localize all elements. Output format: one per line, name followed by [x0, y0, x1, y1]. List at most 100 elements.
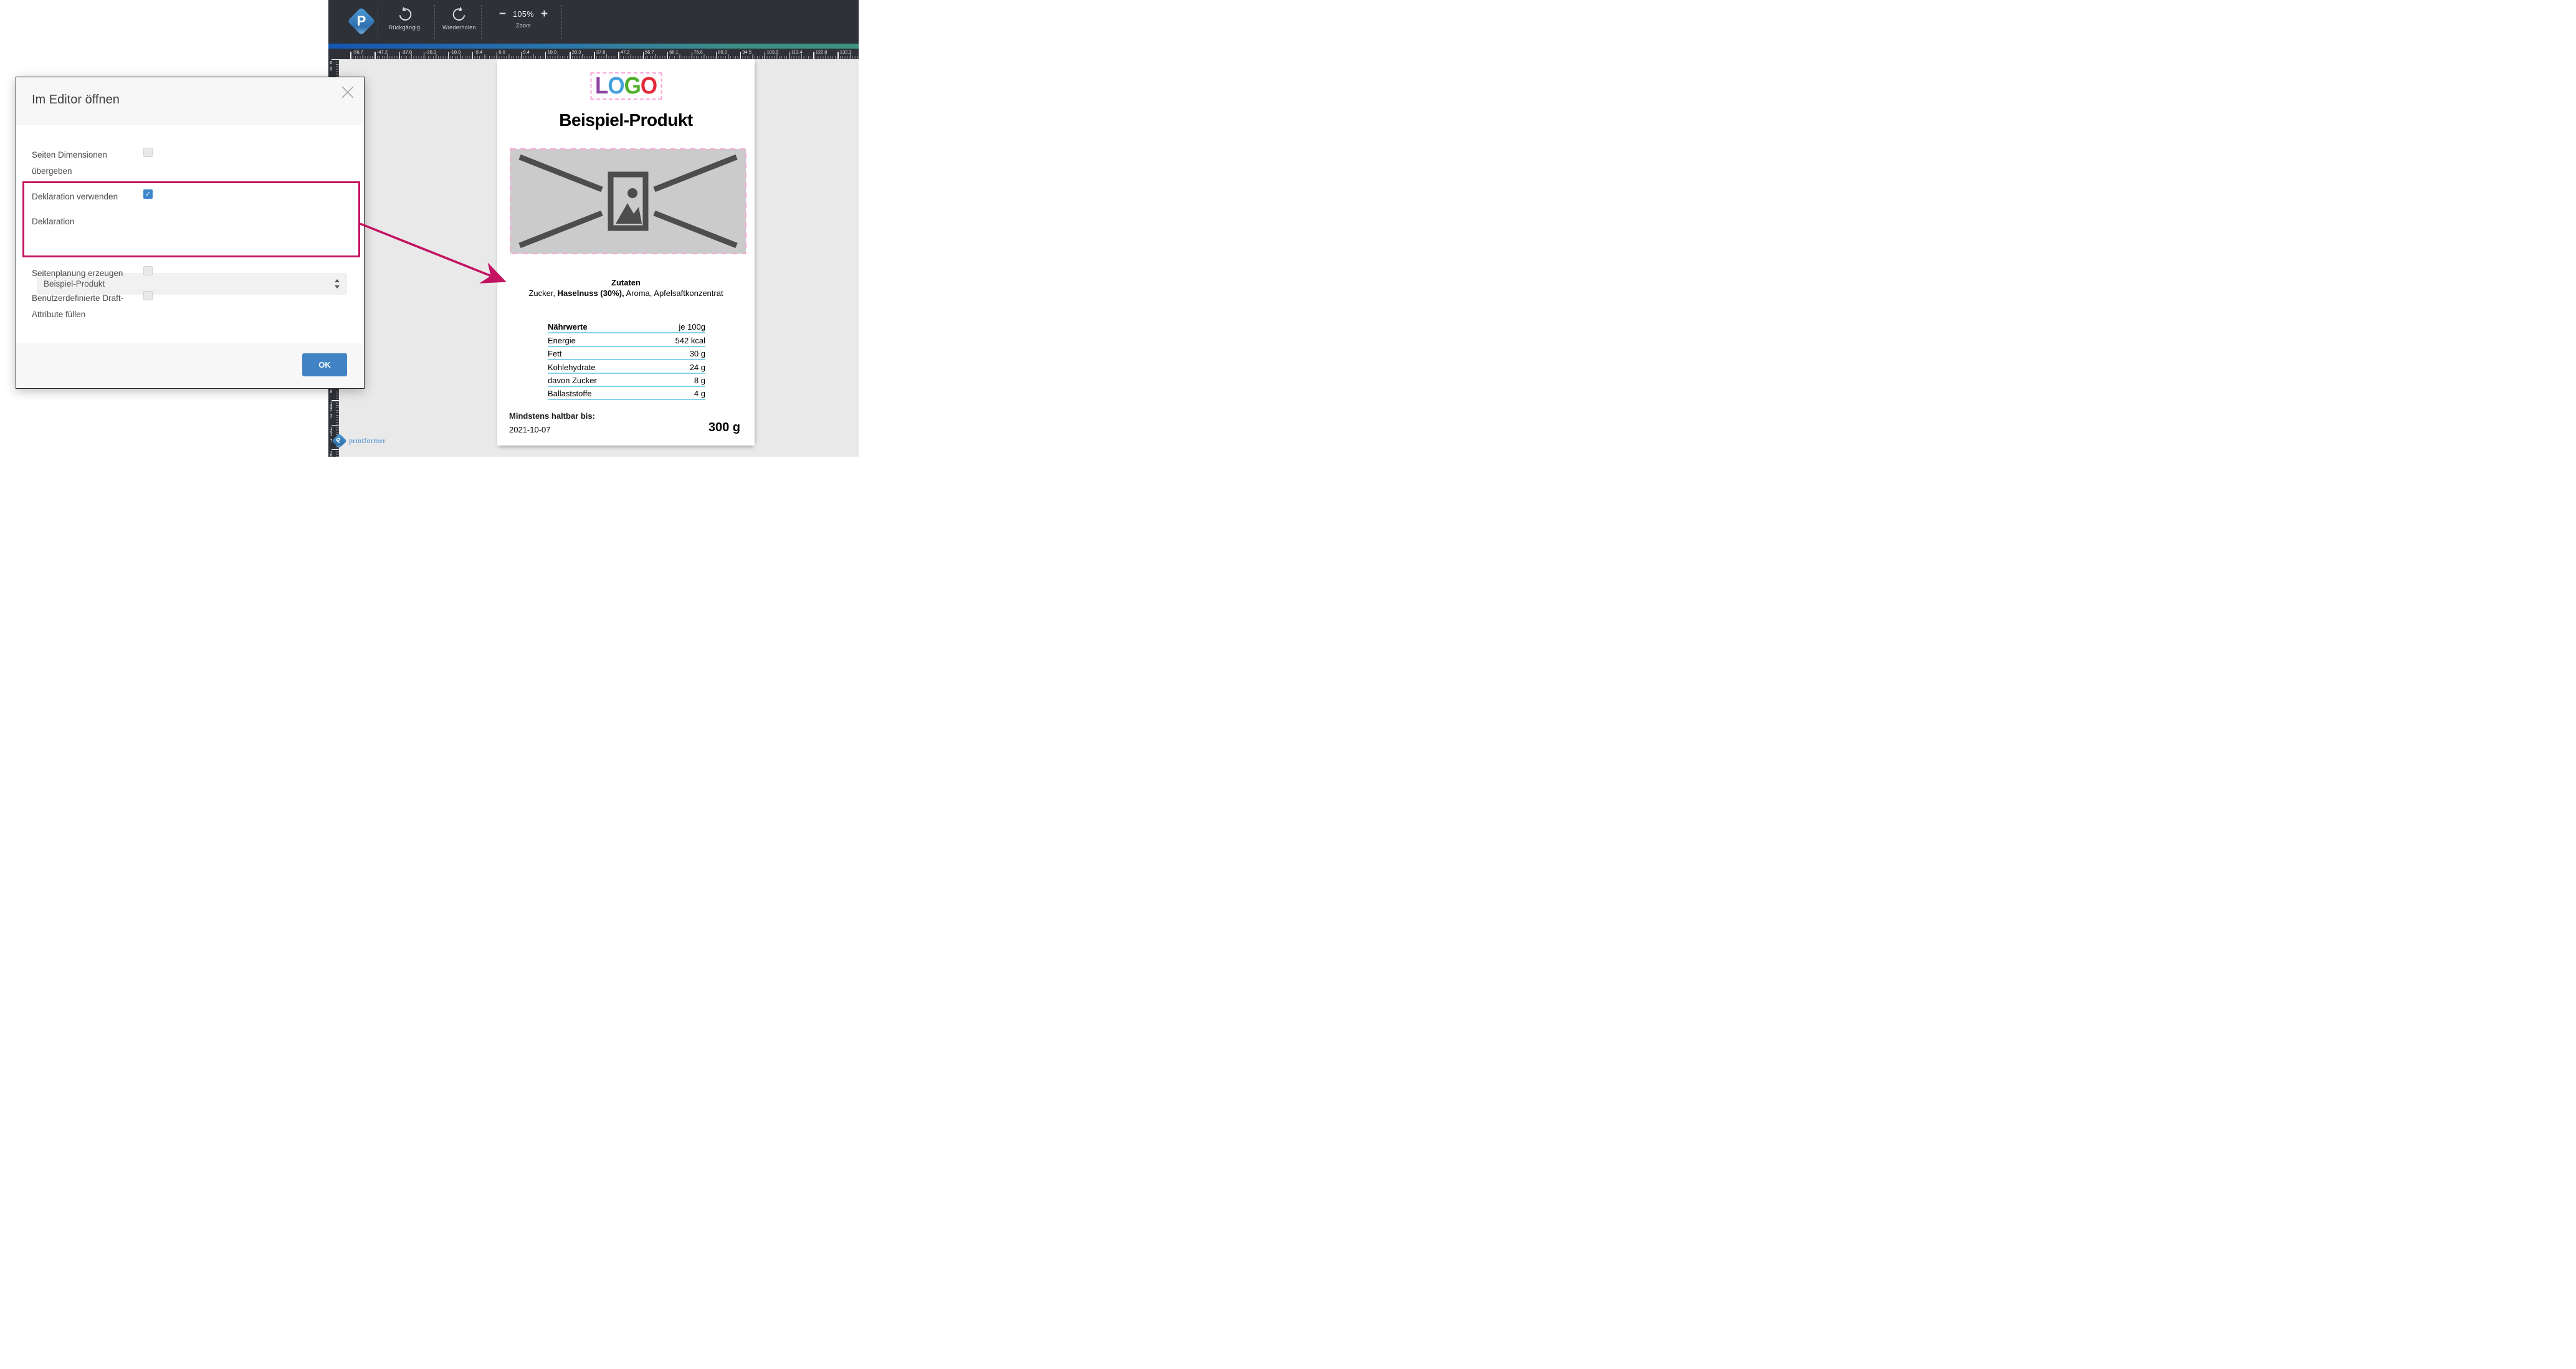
- ingredients-line[interactable]: Zucker, Haselnuss (30%), Aroma, Apfelsaf…: [497, 289, 755, 298]
- ruler-label: 18.9: [547, 49, 557, 55]
- toolbar-divider: [434, 5, 435, 39]
- undo-label: Rückgängig: [388, 24, 421, 31]
- checkbox-use-declaration[interactable]: [143, 189, 153, 199]
- logo-letter: L: [594, 72, 608, 99]
- ingredients-heading[interactable]: Zutaten: [497, 278, 755, 287]
- document-page[interactable]: LOGO Beispiel-Produkt Zutaten Zucker, Ha…: [497, 59, 755, 446]
- ruler-label: 85.0: [718, 49, 727, 55]
- ruler-tick: [740, 52, 742, 59]
- ruler-tick: [642, 52, 644, 59]
- ingredients-part1: Zucker,: [528, 289, 558, 298]
- ruler-label: 75.6: [694, 49, 703, 55]
- ruler-tick: [332, 59, 339, 60]
- nutrient-value: 30 g: [689, 349, 705, 359]
- option-label-page-dimensions: Seiten Dimensionen übergeben: [32, 150, 107, 176]
- table-row: Energie 542 kcal: [548, 333, 705, 347]
- net-weight[interactable]: 300 g: [708, 421, 740, 435]
- ruler-label: 103.9: [766, 49, 779, 55]
- dialog-header: Im Editor öffnen: [16, 77, 364, 125]
- ruler-label: 0.0: [329, 61, 333, 70]
- printformer-wordmark: printformer: [349, 436, 386, 445]
- ruler-label: 113.4: [791, 49, 803, 55]
- ruler-label: -37.8: [401, 49, 413, 55]
- ruler-tick: [545, 52, 546, 59]
- nutrient-name: Fett: [548, 349, 562, 359]
- select-arrows-icon: [335, 279, 340, 289]
- ruler-tick: [332, 424, 339, 426]
- ruler-label: 122.8: [815, 49, 828, 55]
- ruler-label: -9.4: [474, 49, 483, 55]
- zoom-out-button[interactable]: −: [499, 8, 506, 21]
- logo-letter: O: [640, 72, 657, 99]
- declaration-dropdown-label: Deklaration: [32, 217, 75, 226]
- zoom-in-button[interactable]: +: [541, 8, 548, 21]
- ruler-label: -18.9: [450, 49, 461, 55]
- horizontal-ruler: -56.7 -47.2 -37.8 -28.3 -18.9 -9.4 0.0 9.4 18.9 2…: [328, 49, 859, 59]
- nutrition-header-value: je 100g: [679, 322, 705, 332]
- nutrient-name: Energie: [548, 335, 576, 345]
- dialog-title: Im Editor öffnen: [32, 93, 120, 107]
- ruler-tick: [332, 400, 339, 401]
- nutrient-name: davon Zucker: [548, 375, 597, 385]
- logo-letter: P: [356, 13, 366, 29]
- best-before-label[interactable]: Mindstens haltbar bis:: [509, 411, 595, 421]
- ruler-tick: [374, 52, 376, 59]
- nutrient-name: Kohlehydrate: [548, 362, 596, 372]
- ruler-label: 132.3: [839, 49, 852, 55]
- logo-placeholder[interactable]: LOGO: [589, 72, 662, 100]
- redo-icon: [452, 7, 465, 21]
- ruler-label: -28.3: [426, 49, 437, 55]
- ruler-tick: [332, 449, 339, 450]
- table-row: Fett 30 g: [548, 347, 705, 361]
- ruler-tick: [399, 52, 400, 59]
- zoom-level: 105%: [513, 10, 534, 19]
- ok-button[interactable]: OK: [302, 353, 347, 376]
- close-icon[interactable]: [340, 85, 355, 100]
- ruler-label: 132.3: [329, 402, 333, 418]
- ruler-tick: [521, 52, 522, 59]
- ruler-label: 47.2: [620, 49, 630, 55]
- undo-button[interactable]: Rückgängig: [381, 0, 428, 44]
- logo-letter: O: [608, 72, 624, 99]
- ruler-tick: [447, 52, 449, 59]
- ruler-tick: [715, 52, 717, 59]
- ruler-label: 28.3: [571, 49, 581, 55]
- ruler-tick: [837, 52, 839, 59]
- ruler-tick: [472, 52, 474, 59]
- toolbar-divider: [481, 5, 482, 39]
- nutrient-value: 542 kcal: [675, 335, 705, 345]
- nutrition-header-label: Nährwerte: [548, 322, 588, 332]
- table-row: Kohlehydrate 24 g: [548, 360, 705, 374]
- ingredients-part2: Aroma, Apfelsaftkonzentrat: [624, 289, 723, 298]
- best-before-date[interactable]: 2021-10-07: [509, 425, 551, 434]
- zoom-controls: − 105% + Zoom: [485, 0, 561, 44]
- ruler-tick: [667, 52, 668, 59]
- nutrient-name: Ballaststoffe: [548, 389, 592, 399]
- ruler-label: -47.2: [376, 49, 388, 55]
- nutrition-table[interactable]: Nährwerte je 100g Energie 542 kcal Fett 30 …: [548, 320, 705, 401]
- ruler-label: 9.4: [523, 49, 530, 55]
- ruler-label: -56.7: [352, 49, 363, 55]
- editor-toolbar: P Rückgängig Wiederholen − 105% + Zoom: [328, 0, 859, 44]
- ingredients-bold: Haselnuss (30%),: [557, 289, 624, 298]
- option-label-draft-attributes: Benutzerdefinierte Draft-Attribute fülle…: [32, 293, 124, 319]
- printformer-p: P: [335, 436, 343, 445]
- option-label-use-declaration: Deklaration verwenden: [32, 192, 118, 201]
- product-title[interactable]: Beispiel-Produkt: [497, 110, 755, 130]
- ruler-label: 151.2: [329, 451, 333, 457]
- checkbox-page-dimensions[interactable]: [143, 148, 153, 157]
- gradient-accent-bar: [328, 44, 859, 49]
- printformer-logo-icon: P: [347, 6, 376, 38]
- dialog-footer: OK: [16, 343, 364, 388]
- nutrient-value: 8 g: [694, 375, 705, 385]
- image-placeholder[interactable]: [510, 148, 747, 254]
- table-row: davon Zucker 8 g: [548, 374, 705, 387]
- app-root: P Rückgängig Wiederholen − 105% + Zoom -…: [0, 0, 859, 457]
- undo-icon: [399, 7, 411, 21]
- ruler-tick: [350, 52, 351, 59]
- checkbox-page-planning[interactable]: [143, 266, 153, 275]
- ruler-tick: [618, 52, 619, 59]
- ruler-label: 0.0: [499, 49, 505, 55]
- checkbox-draft-attributes[interactable]: [143, 291, 153, 300]
- redo-button[interactable]: Wiederholen: [437, 0, 482, 44]
